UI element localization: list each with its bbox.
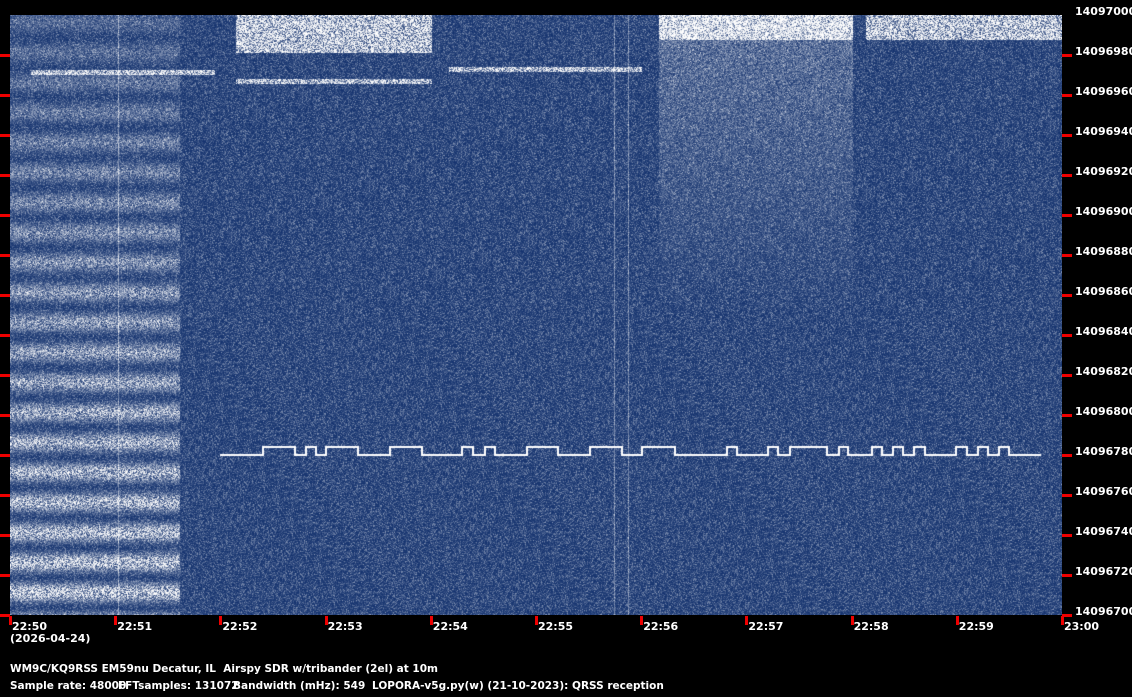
x-tick-label: 22:53 (327, 620, 363, 633)
y-tick-mark (1062, 454, 1072, 457)
x-tick-label: 22:59 (958, 620, 994, 633)
y-tick-label: 14097000 (1075, 5, 1132, 18)
y-tick-label: 14096700 (1075, 605, 1132, 618)
y-tick-label: 14096980 (1075, 45, 1132, 58)
y-tick-mark (1062, 494, 1072, 497)
y-tick-label: 14096820 (1075, 365, 1132, 378)
x-tick-label: 23:00 (1064, 620, 1100, 633)
x-tick-label: 22:56 (643, 620, 679, 633)
y-tick-mark (0, 254, 10, 257)
software-info: LOPORA-v5g.py(w) (21-10-2023): QRSS rece… (372, 680, 664, 692)
y-tick-label: 14096760 (1075, 485, 1132, 498)
y-tick-label: 14096780 (1075, 445, 1132, 458)
y-tick-label: 14096800 (1075, 405, 1132, 418)
y-tick-mark (0, 454, 10, 457)
y-tick-mark (0, 534, 10, 537)
x-tick-label: 22:52 (222, 620, 258, 633)
station-info: WM9C/KQ9RSS EM59nu Decatur, IL Airspy SD… (10, 663, 438, 675)
y-tick-mark (0, 54, 10, 57)
sample-rate: Sample rate: 48000 (10, 680, 127, 692)
y-tick-mark (1062, 254, 1072, 257)
y-tick-label: 14096880 (1075, 245, 1132, 258)
y-tick-mark (1062, 374, 1072, 377)
y-tick-mark (0, 374, 10, 377)
y-tick-label: 14096860 (1075, 285, 1132, 298)
y-tick-mark (1062, 134, 1072, 137)
y-tick-mark (1062, 214, 1072, 217)
y-tick-mark (0, 414, 10, 417)
y-tick-mark (1062, 94, 1072, 97)
date-label: (2026-04-24) (10, 632, 91, 645)
y-tick-label: 14096740 (1075, 525, 1132, 538)
y-tick-mark (1062, 574, 1072, 577)
y-tick-label: 14096900 (1075, 205, 1132, 218)
x-tick-label: 22:55 (538, 620, 574, 633)
bandwidth: Bandwidth (mHz): 549 (233, 680, 366, 692)
y-tick-mark (0, 134, 10, 137)
y-tick-label: 14096920 (1075, 165, 1132, 178)
y-tick-mark (0, 174, 10, 177)
y-tick-mark (0, 94, 10, 97)
x-tick-label: 22:58 (853, 620, 889, 633)
y-tick-mark (1062, 294, 1072, 297)
y-tick-mark (0, 494, 10, 497)
y-tick-mark (0, 574, 10, 577)
y-tick-label: 14096940 (1075, 125, 1132, 138)
y-tick-mark (1062, 174, 1072, 177)
y-tick-label: 14096960 (1075, 85, 1132, 98)
y-tick-mark (1062, 534, 1072, 537)
x-tick-label: 22:54 (432, 620, 468, 633)
y-tick-mark (1062, 54, 1072, 57)
y-tick-mark (0, 214, 10, 217)
x-tick-label: 22:51 (117, 620, 153, 633)
y-tick-mark (0, 334, 10, 337)
fft-samples: FFTsamples: 131072 (118, 680, 239, 692)
y-tick-mark (0, 294, 10, 297)
y-tick-mark (1062, 414, 1072, 417)
y-tick-label: 14096720 (1075, 565, 1132, 578)
y-tick-label: 14096840 (1075, 325, 1132, 338)
y-tick-mark (1062, 334, 1072, 337)
spectrogram-waterfall (10, 15, 1062, 615)
x-tick-label: 22:57 (748, 620, 784, 633)
